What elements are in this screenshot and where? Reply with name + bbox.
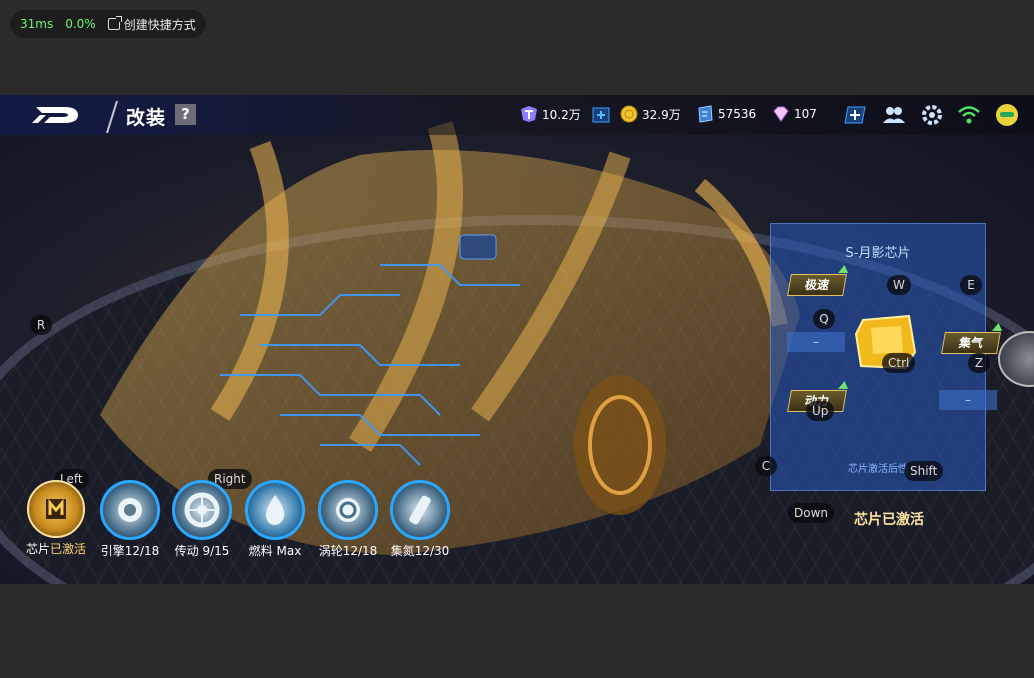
tag-nitro-label: 集气: [957, 336, 985, 350]
wheel-icon: [172, 480, 232, 540]
tag-nitro[interactable]: 集气: [941, 323, 1004, 354]
add-ticket-icon[interactable]: [592, 107, 610, 123]
nav-engine[interactable]: 引擎12/18: [90, 480, 170, 559]
chip-panel: S-月影芯片 极速 集气 动力 – – 芯片激活后性: [770, 223, 1004, 491]
nav-engine-label: 引擎: [100, 544, 125, 558]
nav-engine-value: 12/18: [124, 544, 160, 558]
ticket-icon: [521, 106, 537, 122]
nav-fuel-value: Max: [272, 544, 302, 558]
upgrade-arrow-icon: [838, 381, 850, 389]
key-hint-w: W: [887, 275, 911, 295]
empty-slot-left[interactable]: –: [787, 332, 845, 352]
resource-ticket: 10.2万: [520, 105, 581, 123]
avatar-icon[interactable]: [995, 103, 1019, 127]
upgrade-arrow-icon: [838, 265, 850, 273]
key-hint-q: Q: [813, 309, 835, 329]
key-hint-ctrl: Ctrl: [882, 353, 916, 373]
upgrade-arrow-icon: [992, 323, 1004, 331]
chip-activated-label: 芯片已激活: [854, 512, 924, 528]
nav-chip-value: 已激活: [50, 542, 87, 556]
tag-speed[interactable]: 极速: [787, 265, 850, 296]
nav-nitro[interactable]: 集氮12/30: [380, 480, 460, 559]
nav-fuel-label: 燃料: [248, 544, 273, 558]
network-overlay: 31ms 0.0% 创建快捷方式: [10, 10, 206, 38]
chip-icon: [27, 480, 85, 538]
diamond-value: 107: [794, 107, 817, 121]
gold-value: 32.9万: [642, 107, 681, 122]
wifi-signal-icon: [958, 106, 980, 124]
game-logo-icon[interactable]: [30, 101, 82, 129]
help-button[interactable]: ?: [175, 104, 196, 125]
diamond-icon: [773, 106, 789, 122]
key-hint-e: E: [960, 275, 982, 295]
resource-diamond: 107: [772, 105, 817, 123]
page-title: 改装: [126, 107, 167, 129]
fuel-icon: [245, 480, 305, 540]
nav-nitro-value: 12/30: [414, 544, 450, 558]
key-hint-up: Up: [806, 401, 835, 421]
gem-value: 57536: [718, 107, 757, 121]
key-hint-r: R: [30, 315, 52, 335]
external-link-icon: [107, 16, 122, 30]
nitro-icon: [390, 480, 450, 540]
ticket-value: 10.2万: [542, 107, 581, 122]
resource-gold: 32.9万: [620, 105, 681, 123]
nav-fuel[interactable]: 燃料 Max: [235, 480, 315, 559]
settings-gear-icon[interactable]: [920, 103, 944, 127]
packet-loss-readout: 0.0%: [65, 17, 96, 31]
empty-slot-right[interactable]: –: [939, 390, 997, 410]
nav-nitro-label: 集氮: [390, 544, 415, 558]
latency-readout: 31ms: [20, 17, 54, 31]
resource-gem: 57536: [696, 105, 756, 123]
nav-turbo-value: 12/18: [342, 544, 378, 558]
gold-coin-icon: [620, 105, 638, 123]
header-divider: [106, 100, 118, 134]
nav-turbo[interactable]: 涡轮12/18: [308, 480, 388, 559]
chip-panel-note: 芯片激活后性: [848, 464, 908, 475]
engine-icon: [100, 480, 160, 540]
turbo-icon: [318, 480, 378, 540]
chip-panel-title: S-月影芯片: [845, 246, 911, 261]
nav-transmission[interactable]: 传动 9/15: [162, 480, 242, 559]
key-hint-z: Z: [968, 353, 990, 373]
nav-transmission-label: 传动: [174, 544, 199, 558]
game-viewport: 改装 ? 10.2万 32.9万 57536 107 S-月影芯片 极速 集气 …: [0, 95, 1034, 584]
key-hint-down: Down: [788, 503, 835, 523]
nav-chip[interactable]: 芯片已激活: [16, 480, 96, 557]
recharge-icon[interactable]: [844, 106, 866, 124]
tag-speed-label: 极速: [803, 278, 831, 292]
key-hint-c: C: [755, 456, 777, 476]
create-shortcut-label: 创建快捷方式: [123, 17, 196, 32]
key-hint-shift: Shift: [904, 461, 944, 481]
nav-turbo-label: 涡轮: [318, 544, 343, 558]
nav-transmission-value: 9/15: [198, 544, 230, 558]
friends-icon[interactable]: [882, 103, 906, 127]
create-shortcut-button[interactable]: 创建快捷方式: [107, 16, 196, 33]
nav-chip-label: 芯片: [25, 542, 50, 556]
blue-gem-icon: [698, 105, 713, 123]
